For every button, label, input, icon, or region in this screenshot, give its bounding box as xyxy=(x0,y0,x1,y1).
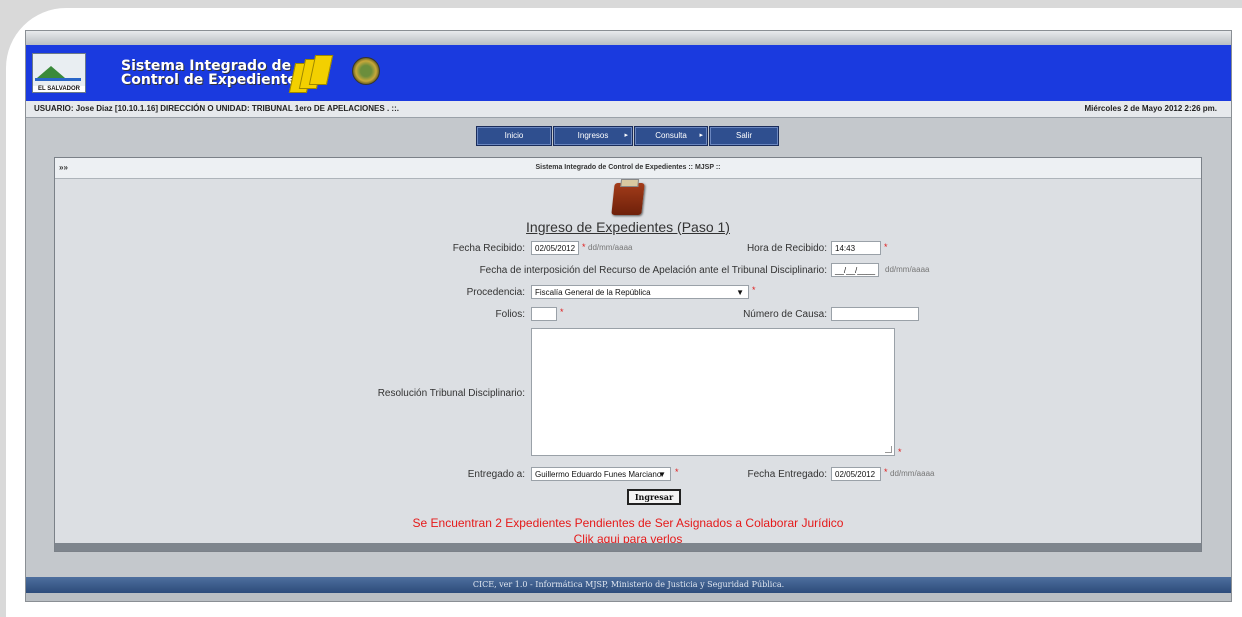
fecha-interposicion-input[interactable]: __/__/____ xyxy=(831,263,879,277)
submenu-arrow-icon: ▸ xyxy=(624,132,628,139)
app-title-line1: Sistema Integrado de xyxy=(121,58,292,74)
entregado-select[interactable]: Guillermo Eduardo Funes Marciano ▼ xyxy=(531,467,671,481)
chevron-down-icon: ▼ xyxy=(658,470,666,479)
el-salvador-logo: EL SALVADOR xyxy=(32,53,86,93)
resolucion-label: Resolución Tribunal Disciplinario: xyxy=(377,388,525,399)
menu-consulta[interactable]: Consulta ▸ xyxy=(634,126,708,146)
user-info: USUARIO: Jose Diaz [10.10.1.16] DIRECCIÓ… xyxy=(34,104,399,113)
fecha-interposicion-label: Fecha de interposición del Recurso de Ap… xyxy=(479,265,827,276)
entregado-value: Guillermo Eduardo Funes Marciano xyxy=(535,470,662,479)
required-mark: * xyxy=(675,467,679,477)
folder-tab xyxy=(620,179,640,187)
panel-title: Sistema Integrado de Control de Expedien… xyxy=(535,164,721,171)
numero-causa-label: Número de Causa: xyxy=(743,309,827,320)
top-strip xyxy=(26,31,1231,45)
app-title-line2: Control de Expedientes xyxy=(121,72,306,88)
user-info-bar: USUARIO: Jose Diaz [10.10.1.16] DIRECCIÓ… xyxy=(26,101,1231,118)
chevron-down-icon: ▼ xyxy=(736,288,744,297)
footer-bar: CICE, ver 1.0 - Informática MJSP, Minist… xyxy=(26,577,1231,593)
form-body: Ingreso de Expedientes (Paso 1) Fecha Re… xyxy=(55,179,1201,551)
app-title: Sistema Integrado de Control de Expedien… xyxy=(121,59,305,87)
required-mark: * xyxy=(898,447,902,457)
hora-recibido-input[interactable]: 14:43 xyxy=(831,241,881,255)
fecha-entregado-label: Fecha Entregado: xyxy=(747,469,828,480)
menu-ingresos-label: Ingresos xyxy=(577,131,609,140)
menu-inicio[interactable]: Inicio xyxy=(476,126,552,146)
current-datetime: Miércoles 2 de Mayo 2012 2:26 pm. xyxy=(1084,104,1217,113)
required-mark: * xyxy=(884,242,888,252)
date-format-hint: dd/mm/aaaa xyxy=(885,265,930,274)
resolucion-textarea[interactable] xyxy=(531,328,895,456)
app-window: EL SALVADOR Sistema Integrado de Control… xyxy=(25,30,1232,602)
content-panel: »» Sistema Integrado de Control de Exped… xyxy=(54,157,1202,552)
pending-notice: Se Encuentran 2 Expedientes Pendientes d… xyxy=(412,516,844,530)
required-mark: * xyxy=(752,285,756,295)
collapse-arrows-icon[interactable]: »» xyxy=(59,158,68,178)
folder-icon xyxy=(611,179,645,215)
submenu-arrow-icon: ▸ xyxy=(699,132,703,139)
folios-input[interactable] xyxy=(531,307,557,321)
footer-under-strip xyxy=(26,593,1231,601)
form-title: Ingreso de Expedientes (Paso 1) xyxy=(526,219,730,235)
menu-ingresos[interactable]: Ingresos ▸ xyxy=(553,126,633,146)
menu-consulta-label: Consulta xyxy=(655,131,687,140)
resize-grip-icon[interactable] xyxy=(885,446,892,453)
folders-icon xyxy=(288,53,334,93)
menu-inicio-label: Inicio xyxy=(504,131,524,140)
header-banner: EL SALVADOR Sistema Integrado de Control… xyxy=(26,45,1231,101)
panel-header: »» Sistema Integrado de Control de Exped… xyxy=(55,158,1201,179)
panel-footer-bar xyxy=(55,543,1201,551)
fecha-recibido-input[interactable]: 02/05/2012 xyxy=(531,241,579,255)
date-format-hint: dd/mm/aaaa xyxy=(890,469,935,478)
required-mark: * xyxy=(884,467,888,477)
logo-label: EL SALVADOR xyxy=(33,86,85,92)
entregado-label: Entregado a: xyxy=(467,469,525,480)
ingresar-button[interactable]: Ingresar xyxy=(627,489,681,505)
numero-causa-input[interactable] xyxy=(831,307,919,321)
procedencia-label: Procedencia: xyxy=(466,287,525,298)
menu-salir-label: Salir xyxy=(735,131,752,140)
menu-salir[interactable]: Salir xyxy=(709,126,779,146)
procedencia-value: Fiscalía General de la República xyxy=(535,288,651,297)
fecha-entregado-input[interactable]: 02/05/2012 xyxy=(831,467,881,481)
required-mark: * xyxy=(582,242,586,252)
hora-recibido-label: Hora de Recibido: xyxy=(746,243,827,254)
national-seal-icon xyxy=(352,57,380,85)
required-mark: * xyxy=(560,307,564,317)
procedencia-select[interactable]: Fiscalía General de la República ▼ xyxy=(531,285,749,299)
fecha-recibido-label: Fecha Recibido: xyxy=(452,243,525,254)
sea-stripe xyxy=(35,78,81,81)
folios-label: Folios: xyxy=(495,309,525,320)
mountain-icon xyxy=(37,66,65,78)
date-format-hint: dd/mm/aaaa xyxy=(588,243,633,252)
